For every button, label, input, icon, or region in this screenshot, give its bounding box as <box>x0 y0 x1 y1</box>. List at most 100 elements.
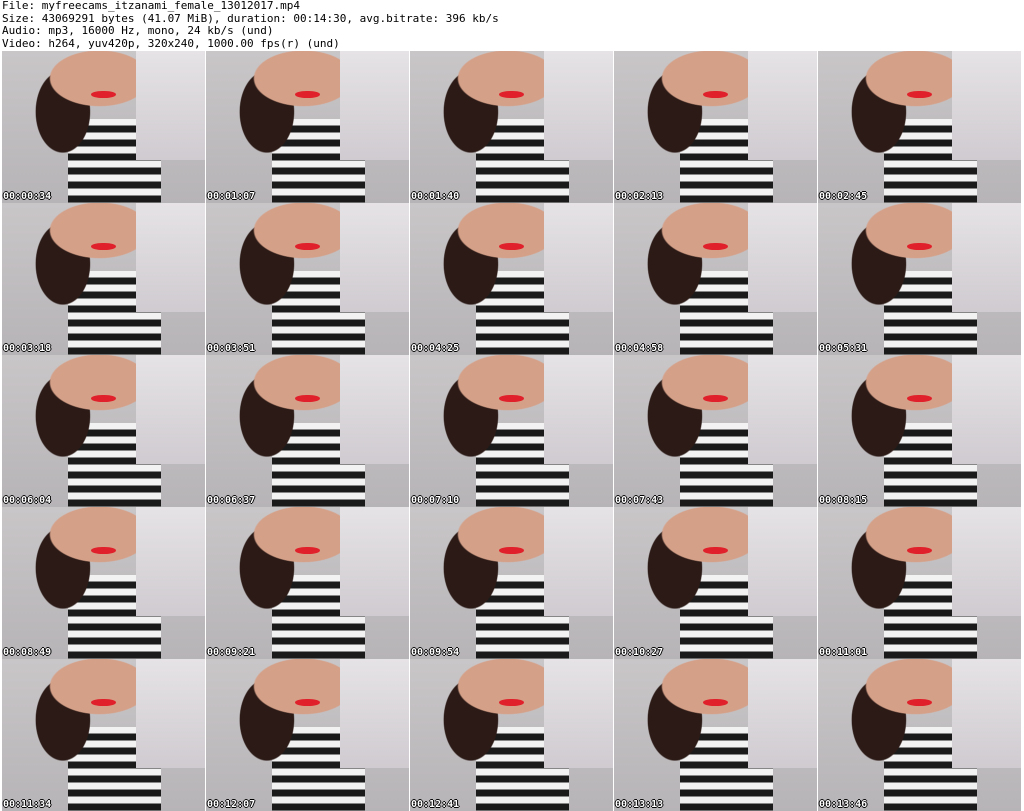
thumbnail-timestamp: 00:05:31 <box>819 343 868 354</box>
frame-detail <box>91 90 116 99</box>
video-thumbnail: 00:08:49 <box>2 507 205 659</box>
video-thumbnail: 00:13:13 <box>614 659 817 811</box>
frame-detail <box>907 90 932 99</box>
background-wall <box>135 203 205 313</box>
video-thumbnail: 00:06:04 <box>2 355 205 507</box>
thumbnail-timestamp: 00:09:21 <box>207 647 256 658</box>
video-thumbnail: 00:02:13 <box>614 51 817 203</box>
background-wall <box>951 203 1021 313</box>
thumbnail-grid: 00:00:34 00:01:07 00:01:40 00:02:13 00:02:45… <box>2 51 1022 811</box>
file-name-line: File: myfreecams_itzanami_female_1301201… <box>2 0 301 12</box>
background-wall <box>951 507 1021 617</box>
frame-detail <box>499 546 524 555</box>
frame-detail <box>703 698 728 707</box>
thumbnail-timestamp: 00:10:27 <box>615 647 664 658</box>
thumbnail-timestamp: 00:03:18 <box>3 343 52 354</box>
video-thumbnail: 00:04:25 <box>410 203 613 355</box>
background-wall <box>339 51 409 161</box>
frame-detail <box>703 90 728 99</box>
file-info-header: File: myfreecams_itzanami_female_1301201… <box>2 0 1022 50</box>
frame-detail <box>295 242 320 251</box>
thumbnail-timestamp: 00:03:51 <box>207 343 256 354</box>
video-thumbnail: 00:05:31 <box>818 203 1021 355</box>
video-thumbnail: 00:08:15 <box>818 355 1021 507</box>
thumbnail-timestamp: 00:12:41 <box>411 799 460 810</box>
background-wall <box>135 659 205 769</box>
frame-detail <box>295 394 320 403</box>
background-wall <box>951 355 1021 465</box>
thumbnail-timestamp: 00:01:07 <box>207 191 256 202</box>
background-wall <box>747 659 817 769</box>
background-wall <box>339 203 409 313</box>
background-wall <box>747 203 817 313</box>
background-wall <box>135 51 205 161</box>
video-info-line: Video: h264, yuv420p, 320x240, 1000.00 f… <box>2 37 340 50</box>
thumbnail-timestamp: 00:02:13 <box>615 191 664 202</box>
thumbnail-timestamp: 00:00:34 <box>3 191 52 202</box>
file-size-line: Size: 43069291 bytes (41.07 MiB), durati… <box>2 12 499 25</box>
frame-detail <box>295 698 320 707</box>
video-thumbnail: 00:02:45 <box>818 51 1021 203</box>
background-wall <box>747 51 817 161</box>
video-thumbnail: 00:12:07 <box>206 659 409 811</box>
video-thumbnail: 00:01:40 <box>410 51 613 203</box>
thumbnail-timestamp: 00:07:43 <box>615 495 664 506</box>
frame-detail <box>499 698 524 707</box>
background-wall <box>543 355 613 465</box>
frame-detail <box>703 242 728 251</box>
video-thumbnail: 00:07:10 <box>410 355 613 507</box>
frame-detail <box>907 546 932 555</box>
thumbnail-timestamp: 00:06:04 <box>3 495 52 506</box>
background-wall <box>747 355 817 465</box>
video-thumbnail: 00:00:34 <box>2 51 205 203</box>
thumbnail-timestamp: 00:07:10 <box>411 495 460 506</box>
background-wall <box>543 51 613 161</box>
frame-detail <box>703 394 728 403</box>
background-wall <box>135 507 205 617</box>
background-wall <box>543 203 613 313</box>
thumbnail-timestamp: 00:11:01 <box>819 647 868 658</box>
thumbnail-timestamp: 00:06:37 <box>207 495 256 506</box>
frame-detail <box>91 242 116 251</box>
video-thumbnail: 00:09:21 <box>206 507 409 659</box>
thumbnail-timestamp: 00:01:40 <box>411 191 460 202</box>
background-wall <box>339 355 409 465</box>
video-thumbnail: 00:07:43 <box>614 355 817 507</box>
video-thumbnail: 00:09:54 <box>410 507 613 659</box>
frame-detail <box>295 546 320 555</box>
background-wall <box>951 51 1021 161</box>
frame-detail <box>907 242 932 251</box>
thumbnail-timestamp: 00:02:45 <box>819 191 868 202</box>
video-thumbnail: 00:11:01 <box>818 507 1021 659</box>
background-wall <box>135 355 205 465</box>
frame-detail <box>907 394 932 403</box>
frame-detail <box>907 698 932 707</box>
thumbnail-timestamp: 00:13:13 <box>615 799 664 810</box>
frame-detail <box>295 90 320 99</box>
thumbnail-timestamp: 00:12:07 <box>207 799 256 810</box>
frame-detail <box>499 242 524 251</box>
thumbnail-timestamp: 00:08:15 <box>819 495 868 506</box>
video-thumbnail: 00:03:51 <box>206 203 409 355</box>
background-wall <box>543 659 613 769</box>
video-thumbnail: 00:11:34 <box>2 659 205 811</box>
thumbnail-timestamp: 00:13:46 <box>819 799 868 810</box>
background-wall <box>951 659 1021 769</box>
thumbnail-timestamp: 00:11:34 <box>3 799 52 810</box>
background-wall <box>339 659 409 769</box>
thumbnail-timestamp: 00:04:58 <box>615 343 664 354</box>
video-thumbnail: 00:04:58 <box>614 203 817 355</box>
background-wall <box>543 507 613 617</box>
video-thumbnail: 00:12:41 <box>410 659 613 811</box>
video-thumbnail: 00:01:07 <box>206 51 409 203</box>
video-thumbnail: 00:06:37 <box>206 355 409 507</box>
background-wall <box>747 507 817 617</box>
background-wall <box>339 507 409 617</box>
frame-detail <box>703 546 728 555</box>
frame-detail <box>91 546 116 555</box>
frame-detail <box>91 698 116 707</box>
frame-detail <box>499 90 524 99</box>
thumbnail-timestamp: 00:08:49 <box>3 647 52 658</box>
video-thumbnail: 00:10:27 <box>614 507 817 659</box>
video-thumbnail: 00:13:46 <box>818 659 1021 811</box>
